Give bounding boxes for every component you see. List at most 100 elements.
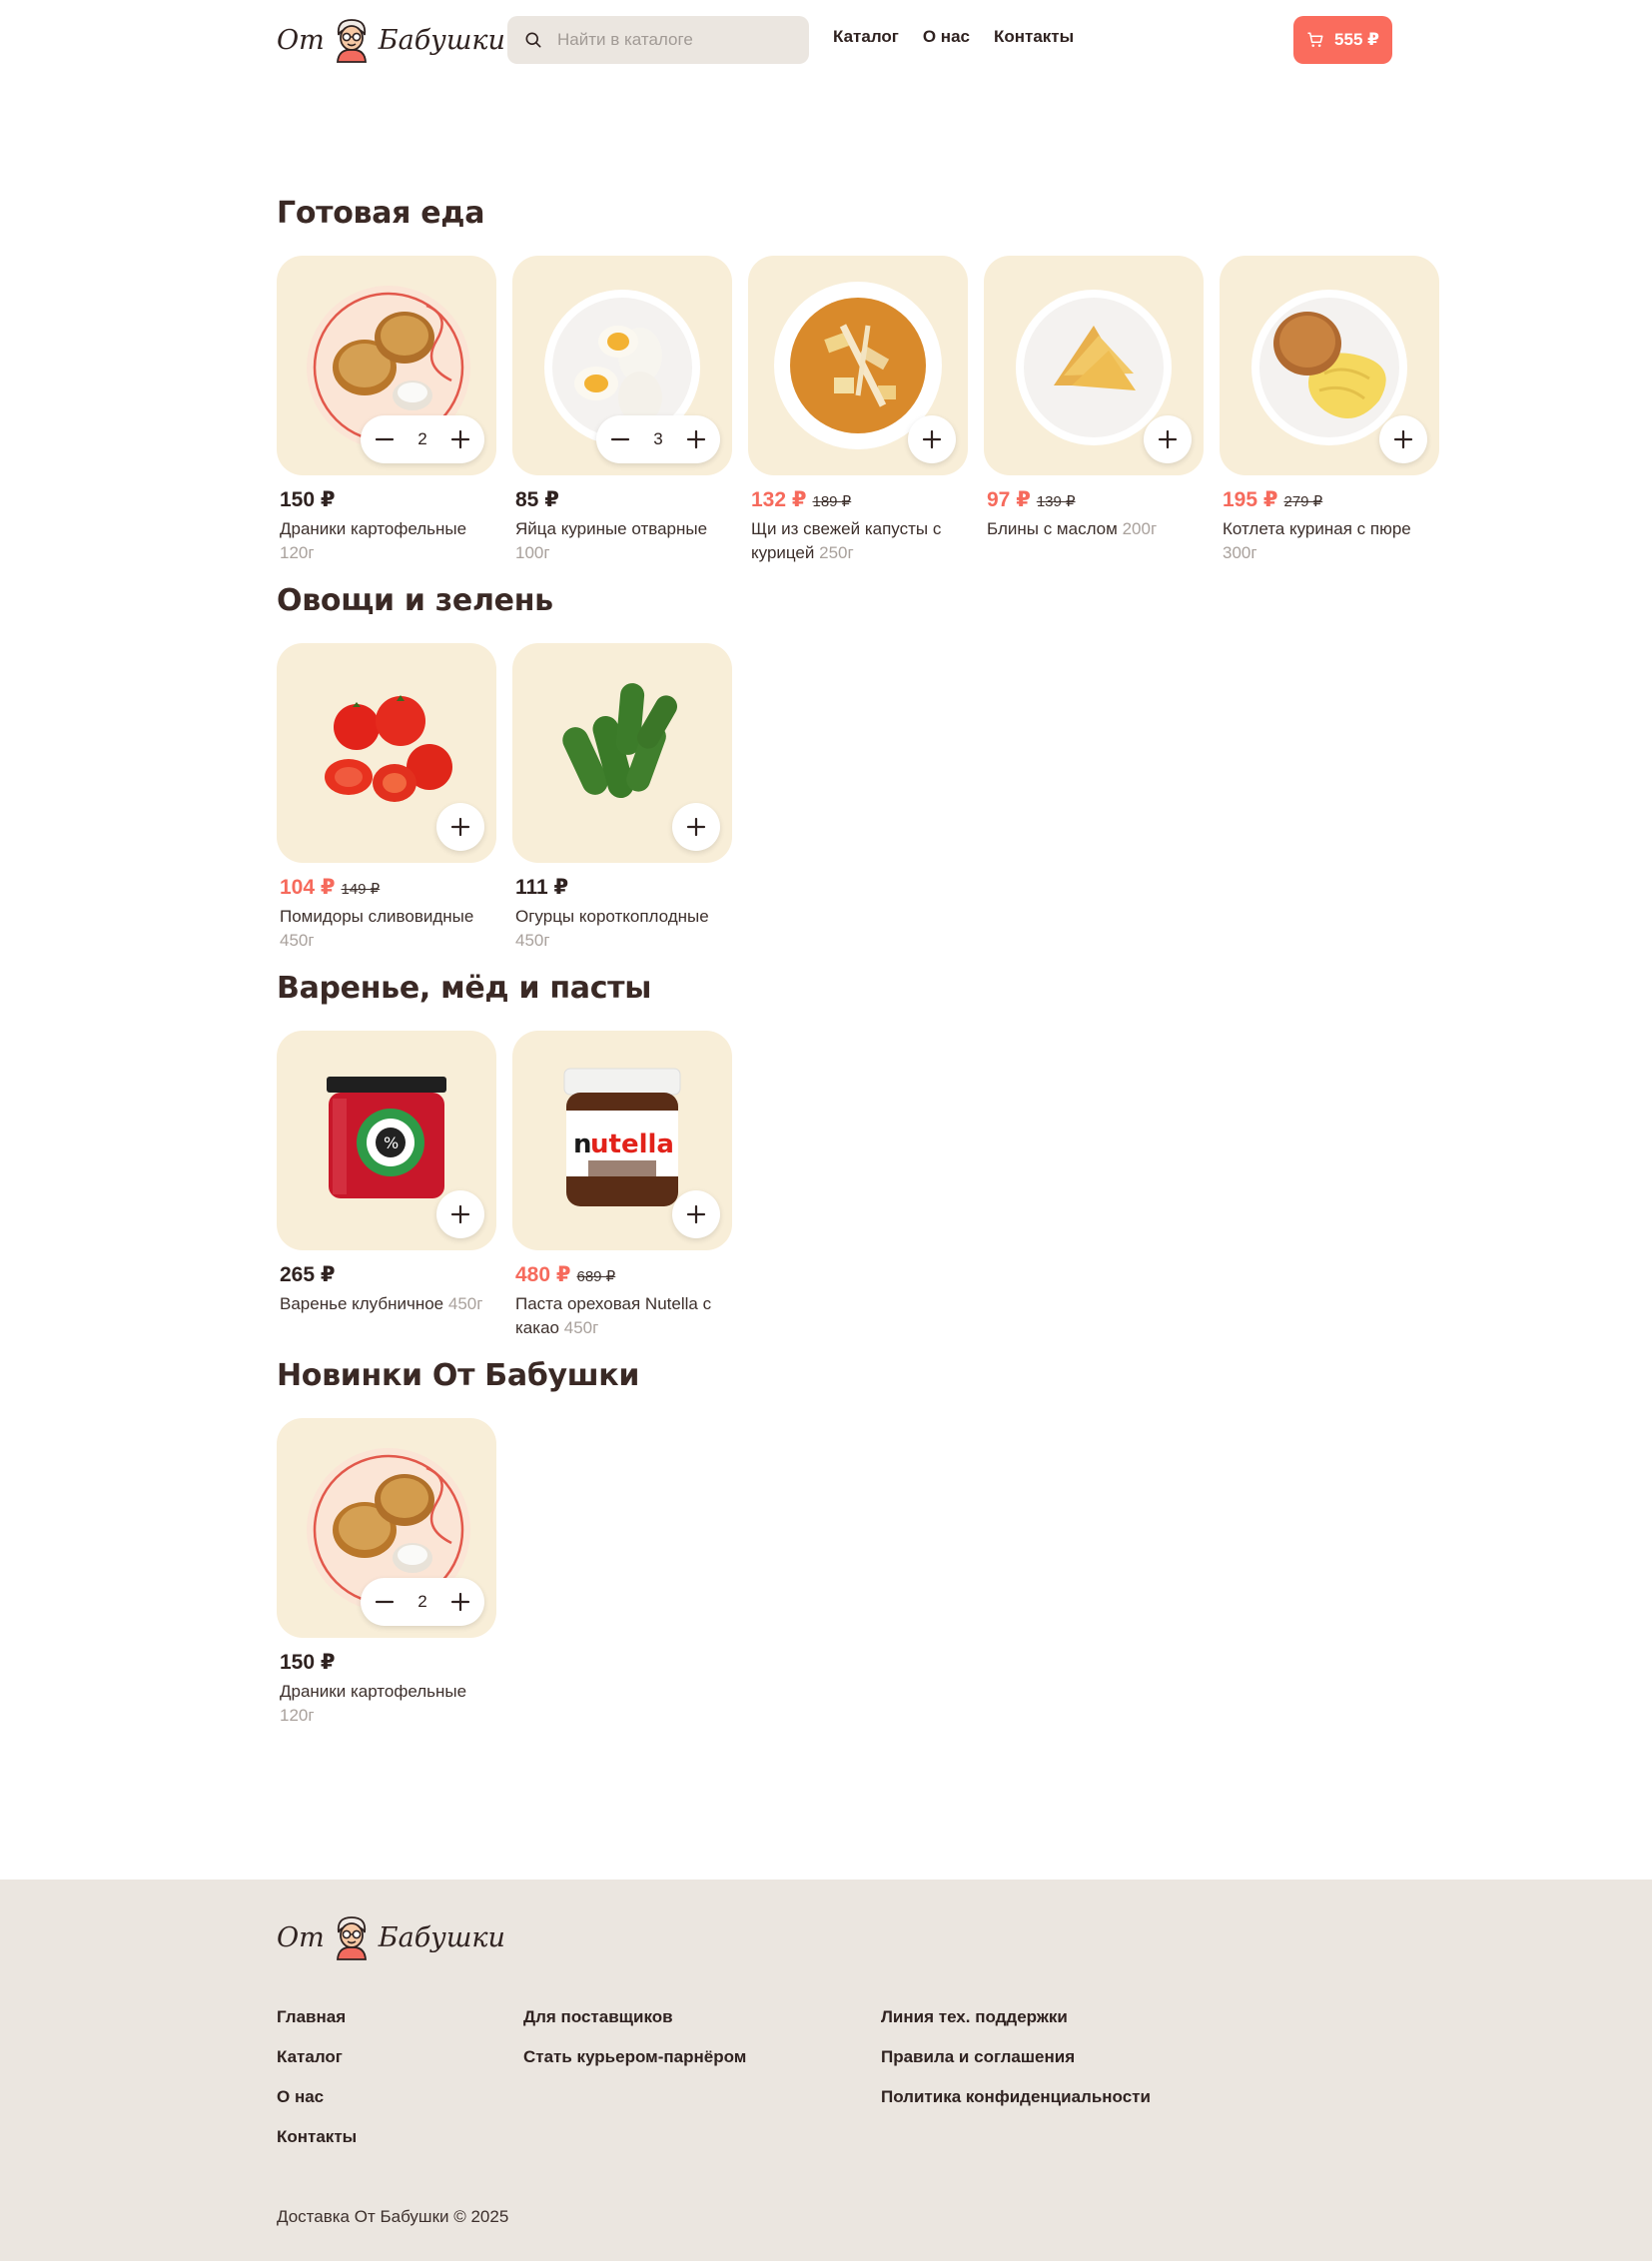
- product-card[interactable]: 111 ₽ Огурцы короткоплодные 450г: [512, 643, 732, 953]
- product-card[interactable]: 2 150 ₽ Драники картофельные 120г: [277, 1418, 496, 1728]
- product-image[interactable]: %: [277, 1031, 496, 1250]
- footer-link-terms[interactable]: Правила и соглашения: [881, 2047, 1151, 2066]
- add-to-cart-button[interactable]: [1144, 415, 1192, 463]
- footer-logo[interactable]: От Бабушки: [277, 1911, 505, 1963]
- product-image[interactable]: [277, 643, 496, 863]
- decrease-button[interactable]: [608, 427, 632, 451]
- product-image[interactable]: [748, 256, 968, 475]
- footer-link-support[interactable]: Линия тех. поддержки: [881, 2007, 1151, 2026]
- minus-icon: [375, 1600, 395, 1604]
- brand-word-2: Бабушки: [378, 1921, 505, 1953]
- footer-link-home[interactable]: Главная: [277, 2007, 357, 2026]
- product-name-wrap[interactable]: Паста ореховая Nutella с какао 450г: [512, 1292, 732, 1340]
- product-card[interactable]: n utella 480 ₽ 689 ₽ Паста ореховая Nutella …: [512, 1031, 732, 1340]
- price: 85 ₽: [515, 488, 559, 511]
- product-card[interactable]: % 265 ₽ Варенье клубничное 450г: [277, 1031, 496, 1316]
- product-image[interactable]: [984, 256, 1204, 475]
- plus-icon: [686, 1204, 706, 1224]
- product-name: Драники картофельные: [280, 1682, 467, 1701]
- footer-link-contacts[interactable]: Контакты: [277, 2127, 357, 2146]
- product-image[interactable]: n utella: [512, 1031, 732, 1250]
- product-weight: 200г: [1122, 519, 1158, 538]
- site-footer: От Бабушки Главная Каталог О нас Контакт…: [0, 1880, 1652, 2261]
- search-input[interactable]: [557, 30, 797, 50]
- increase-button[interactable]: [448, 427, 472, 451]
- product-name: Паста ореховая Nutella с какао: [515, 1294, 712, 1337]
- footer-link-catalog[interactable]: Каталог: [277, 2047, 357, 2066]
- product-card[interactable]: 195 ₽ 279 ₽ Котлета куриная с пюре 300г: [1220, 256, 1439, 565]
- search-bar[interactable]: [507, 16, 809, 64]
- price: 195 ₽: [1223, 488, 1278, 511]
- product-name: Варенье клубничное: [280, 1294, 444, 1313]
- price-row: 150 ₽: [277, 1650, 496, 1675]
- product-name-wrap[interactable]: Огурцы короткоплодные 450г: [512, 905, 732, 953]
- product-name-wrap[interactable]: Яйца куриные отварные 100г: [512, 517, 732, 565]
- add-to-cart-button[interactable]: [672, 803, 720, 851]
- price: 480 ₽: [515, 1263, 571, 1286]
- nav-link-about[interactable]: О нас: [923, 27, 970, 47]
- section-title-ready-food: Готовая еда: [277, 196, 485, 231]
- plus-icon: [686, 817, 706, 837]
- quantity-stepper: 2: [361, 1578, 484, 1626]
- add-to-cart-button[interactable]: [436, 1190, 484, 1238]
- product-card[interactable]: 97 ₽ 139 ₽ Блины с маслом 200г: [984, 256, 1204, 541]
- product-name-wrap[interactable]: Варенье клубничное 450г: [277, 1292, 496, 1316]
- product-name-wrap[interactable]: Драники картофельные 120г: [277, 517, 496, 565]
- brand-logo[interactable]: От Бабушки: [277, 14, 505, 66]
- product-name: Яйца куриные отварные: [515, 519, 708, 538]
- product-image[interactable]: [1220, 256, 1439, 475]
- quantity-value: 2: [417, 429, 427, 448]
- product-image[interactable]: 3: [512, 256, 732, 475]
- add-to-cart-button[interactable]: [908, 415, 956, 463]
- cart-button[interactable]: 555 ₽: [1293, 16, 1392, 64]
- grandma-icon: [336, 1916, 367, 1960]
- product-weight: 100г: [515, 543, 550, 562]
- add-to-cart-button[interactable]: [672, 1190, 720, 1238]
- product-name-wrap[interactable]: Щи из свежей капусты с курицей 250г: [748, 517, 968, 565]
- product-weight: 450г: [447, 1294, 483, 1313]
- footer-link-suppliers[interactable]: Для поставщиков: [523, 2007, 746, 2026]
- product-image[interactable]: 2: [277, 256, 496, 475]
- product-card[interactable]: 132 ₽ 189 ₽ Щи из свежей капусты с курицей…: [748, 256, 968, 565]
- plus-icon: [686, 429, 706, 449]
- product-weight: 450г: [563, 1318, 599, 1337]
- section-title-jams: Варенье, мёд и пасты: [277, 971, 652, 1006]
- product-name: Блины с маслом: [987, 519, 1118, 538]
- footer-link-about[interactable]: О нас: [277, 2087, 357, 2106]
- grandma-icon: [336, 19, 367, 63]
- add-to-cart-button[interactable]: [1379, 415, 1427, 463]
- add-to-cart-button[interactable]: [436, 803, 484, 851]
- nav-link-catalog[interactable]: Каталог: [833, 27, 899, 47]
- product-card[interactable]: 104 ₽ 149 ₽ Помидоры сливовидные 450г: [277, 643, 496, 953]
- product-image[interactable]: [512, 643, 732, 863]
- footer-column-legal: Линия тех. поддержки Правила и соглашени…: [881, 2007, 1151, 2106]
- svg-text:%: %: [384, 1133, 399, 1152]
- price-row: 97 ₽ 139 ₽: [984, 487, 1204, 512]
- product-name-wrap[interactable]: Помидоры сливовидные 450г: [277, 905, 496, 953]
- product-weight: 300г: [1223, 543, 1257, 562]
- nav-link-contacts[interactable]: Контакты: [994, 27, 1074, 47]
- product-card[interactable]: 2 150 ₽ Драники картофельные 120г: [277, 256, 496, 565]
- product-card[interactable]: 3 85 ₽ Яйца куриные отварные 100г: [512, 256, 732, 565]
- cart-icon: [1307, 32, 1323, 47]
- plus-icon: [450, 1204, 470, 1224]
- increase-button[interactable]: [684, 427, 708, 451]
- decrease-button[interactable]: [373, 427, 397, 451]
- quantity-stepper: 3: [596, 415, 720, 463]
- price: 97 ₽: [987, 488, 1031, 511]
- decrease-button[interactable]: [373, 1590, 397, 1614]
- increase-button[interactable]: [448, 1590, 472, 1614]
- product-weight: 450г: [280, 931, 315, 950]
- footer-link-privacy[interactable]: Политика конфиденциальности: [881, 2087, 1151, 2106]
- section-title-vegetables: Овощи и зелень: [277, 583, 553, 618]
- product-name-wrap[interactable]: Котлета куриная с пюре 300г: [1220, 517, 1439, 565]
- footer-link-courier[interactable]: Стать курьером-парнёром: [523, 2047, 746, 2066]
- product-name-wrap[interactable]: Блины с маслом 200г: [984, 517, 1204, 541]
- product-image[interactable]: 2: [277, 1418, 496, 1638]
- price-row: 85 ₽: [512, 487, 732, 512]
- price: 150 ₽: [280, 488, 336, 511]
- product-name: Огурцы короткоплодные: [515, 907, 709, 926]
- product-name-wrap[interactable]: Драники картофельные 120г: [277, 1680, 496, 1728]
- price-row: 150 ₽: [277, 487, 496, 512]
- brand-word-2: Бабушки: [378, 24, 505, 56]
